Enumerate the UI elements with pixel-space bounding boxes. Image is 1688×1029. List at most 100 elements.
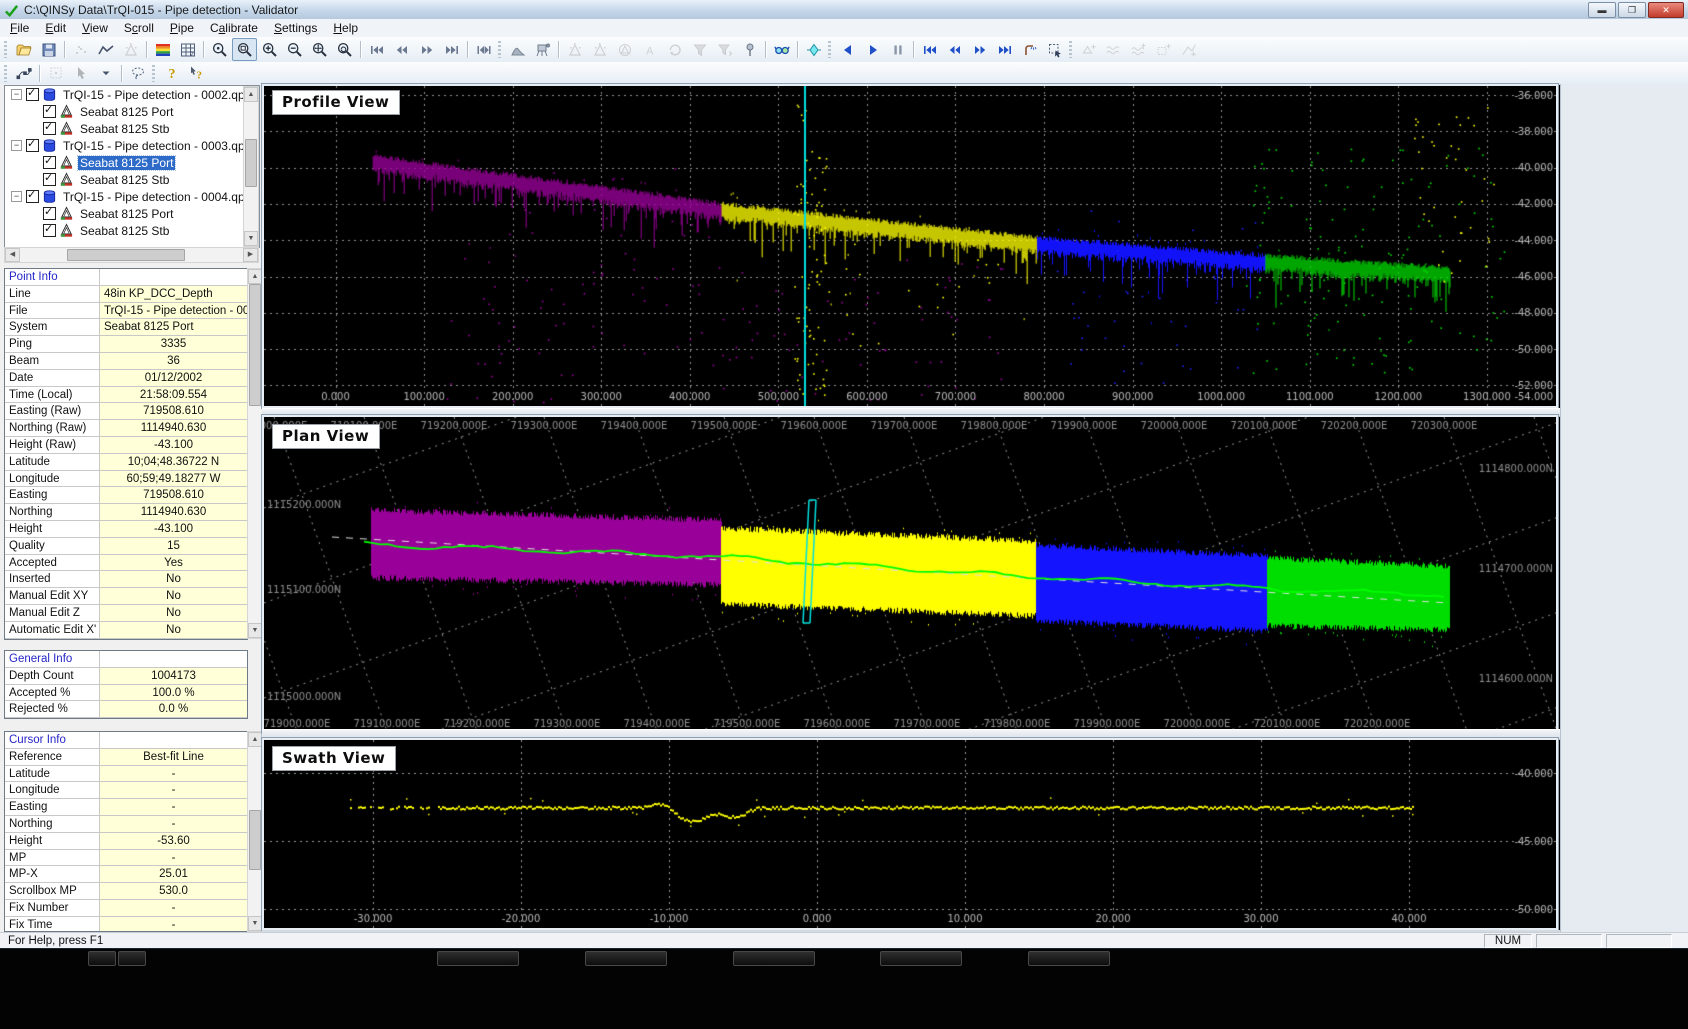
- station-button[interactable]: [530, 38, 555, 61]
- forward-button[interactable]: [967, 38, 992, 61]
- point-info-scrollbar[interactable]: ▲ ▼: [247, 268, 263, 639]
- taskbar-button[interactable]: [880, 951, 962, 966]
- last-profile-button[interactable]: [439, 38, 464, 61]
- zoom-previous-button[interactable]: [332, 38, 357, 61]
- maximize-button[interactable]: ❐: [1618, 2, 1646, 18]
- next-profile-button[interactable]: [414, 38, 439, 61]
- tree-item-label: Seabat 8125 Stb: [78, 224, 171, 238]
- menu-pipe[interactable]: Pipe: [162, 20, 202, 36]
- first-profile-button[interactable]: [364, 38, 389, 61]
- checkbox-icon[interactable]: [43, 156, 56, 169]
- lasso-button[interactable]: [125, 62, 150, 85]
- taskbar-button[interactable]: [437, 951, 519, 966]
- checkbox-icon[interactable]: [26, 139, 39, 152]
- taskbar-button[interactable]: [733, 951, 815, 966]
- menu-calibrate[interactable]: Calibrate: [202, 20, 266, 36]
- checkbox-icon[interactable]: [26, 190, 39, 203]
- file-tree[interactable]: −TrQI-15 - Pipe detection - 0002.qpSeaba…: [4, 85, 260, 248]
- histogram-button[interactable]: 2: [175, 38, 200, 61]
- taskbar-button[interactable]: [88, 951, 116, 966]
- tree-horizontal-scrollbar[interactable]: ◀ ▶: [4, 247, 259, 263]
- terrain-button[interactable]: [505, 38, 530, 61]
- taskbar-button[interactable]: [585, 951, 667, 966]
- menu-help[interactable]: Help: [325, 20, 366, 36]
- open-file-button[interactable]: [11, 38, 36, 61]
- minimize-button[interactable]: ▬: [1588, 2, 1616, 18]
- toolbar-grip[interactable]: [152, 65, 155, 82]
- cursor-info-scrollbar[interactable]: ▲ ▼: [247, 731, 263, 932]
- zoom-out-button[interactable]: [282, 38, 307, 61]
- checkbox-icon[interactable]: [26, 88, 39, 101]
- tree-item[interactable]: Seabat 8125 Stb: [5, 120, 259, 137]
- menu-view[interactable]: View: [74, 20, 116, 36]
- tree-expander-icon[interactable]: −: [11, 140, 22, 151]
- nav-first-icon: [369, 42, 385, 58]
- zoom-in-button[interactable]: [257, 38, 282, 61]
- tree-item-label: TrQI-15 - Pipe detection - 0002.qp: [61, 88, 247, 102]
- menu-settings[interactable]: Settings: [266, 20, 325, 36]
- row-value: 1114940.630: [100, 504, 247, 521]
- swath-view-canvas[interactable]: [264, 740, 1556, 928]
- tree-item[interactable]: − TrQI-15 - Pipe detection - 0002.qp: [5, 86, 259, 103]
- checkbox-icon[interactable]: [43, 224, 56, 237]
- toolbar-grip[interactable]: [498, 41, 501, 58]
- play-button[interactable]: [860, 38, 885, 61]
- tree-expander-icon[interactable]: −: [11, 89, 22, 100]
- first-fix-button[interactable]: [917, 38, 942, 61]
- close-button[interactable]: ✕: [1648, 2, 1684, 18]
- taskbar-button[interactable]: [118, 951, 146, 966]
- toolbar-grip[interactable]: [1069, 41, 1072, 58]
- menu-edit[interactable]: Edit: [37, 20, 74, 36]
- tree-item[interactable]: −TrQI-15 - Pipe detection - 0003.qp: [5, 137, 259, 154]
- tree-item[interactable]: −TrQI-15 - Pipe detection - 0004.qp: [5, 188, 259, 205]
- play-reverse-button[interactable]: [835, 38, 860, 61]
- title-bar[interactable]: C:\QINSy Data\TrQI-015 - Pipe detection …: [0, 0, 1688, 20]
- plan-view-canvas[interactable]: [264, 417, 1556, 731]
- rewind-button[interactable]: [942, 38, 967, 61]
- prev-profile-button[interactable]: [389, 38, 414, 61]
- zoom-window-button[interactable]: [232, 38, 257, 61]
- select-block-button[interactable]: [1042, 38, 1067, 61]
- save-button[interactable]: [36, 38, 61, 61]
- color-scale-button[interactable]: [150, 38, 175, 61]
- profile-view-canvas[interactable]: [264, 86, 1556, 406]
- taskbar-button[interactable]: [1028, 951, 1110, 966]
- pin-button[interactable]: [737, 38, 762, 61]
- table-row: Date01/12/2002: [5, 370, 247, 387]
- last-fix-button[interactable]: [992, 38, 1017, 61]
- fit-view-button[interactable]: [471, 38, 496, 61]
- toolbar-grip[interactable]: [4, 65, 7, 82]
- tree-item[interactable]: Seabat 8125 Port: [5, 154, 259, 171]
- pointer-mode-dropdown[interactable]: [93, 62, 118, 85]
- pin-icon: [742, 42, 758, 58]
- shower-icon: [1022, 42, 1038, 58]
- stereo-view-button[interactable]: [769, 38, 794, 61]
- profile-display-button[interactable]: [93, 38, 118, 61]
- toolbar-grip[interactable]: [828, 41, 831, 58]
- checkbox-icon[interactable]: [43, 122, 56, 135]
- tree-item[interactable]: Seabat 8125 Stb: [5, 222, 259, 239]
- zoom-pan-button[interactable]: [307, 38, 332, 61]
- row-value: TrQI-15 - Pipe detection - 00: [100, 303, 247, 320]
- checkbox-icon[interactable]: [43, 105, 56, 118]
- menu-scroll[interactable]: Scroll: [116, 20, 162, 36]
- pipe-detect-button[interactable]: [801, 38, 826, 61]
- tree-item[interactable]: Seabat 8125 Port: [5, 205, 259, 222]
- tree-item[interactable]: Seabat 8125 Stb: [5, 171, 259, 188]
- tree-vertical-scrollbar[interactable]: ▲ ▼: [243, 86, 259, 247]
- shower-button[interactable]: [1017, 38, 1042, 61]
- pipe-profile-button[interactable]: [11, 62, 36, 85]
- menu-file[interactable]: File: [2, 20, 37, 36]
- toolbar-grip[interactable]: [4, 41, 7, 58]
- tree-item[interactable]: Seabat 8125 Port: [5, 103, 259, 120]
- context-help-button[interactable]: ?: [184, 62, 209, 85]
- help-button[interactable]: ?: [159, 62, 184, 85]
- spray-icon: [123, 42, 139, 58]
- checkbox-icon[interactable]: [43, 207, 56, 220]
- table-row: Ping3335: [5, 336, 247, 353]
- zoom-normal-button[interactable]: [207, 38, 232, 61]
- tree-expander-icon[interactable]: −: [11, 191, 22, 202]
- checkbox-icon[interactable]: [43, 173, 56, 186]
- toolbar-separator: [765, 41, 766, 58]
- pause-button[interactable]: [885, 38, 910, 61]
